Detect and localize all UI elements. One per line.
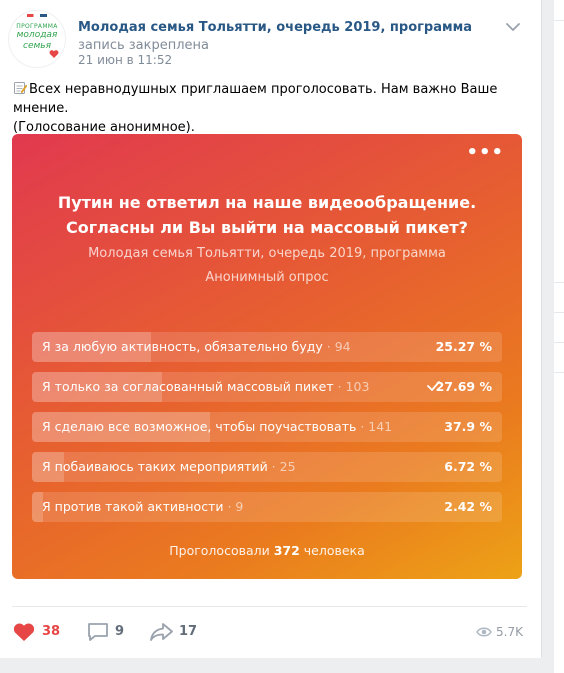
poll-answer-label: Я против такой активности · 9 (42, 499, 244, 514)
poll-answer-count: · 141 (356, 419, 393, 434)
right-column-divider (554, 20, 564, 21)
views-count: 5.7K (496, 625, 523, 639)
like-count: 38 (42, 624, 61, 639)
poll-answer-count: · 94 (322, 339, 351, 354)
comment-count: 9 (115, 624, 125, 639)
group-avatar[interactable]: ПРОГРАММА молодая семья (8, 10, 66, 68)
poll-answer-count: · 103 (333, 379, 370, 394)
memo-icon (14, 82, 27, 94)
avatar-line-2: молодая (16, 30, 58, 40)
post-card: ПРОГРАММА молодая семья Молодая семья То… (0, 0, 542, 658)
poll-total: Проголосовали 372 человека (169, 543, 365, 558)
post-header: Молодая семья Тольятти, очередь 2019, пр… (78, 19, 498, 55)
poll-total-count: 372 (273, 543, 300, 558)
avatar-line-1: ПРОГРАММА (16, 23, 58, 30)
eye-icon (476, 627, 492, 637)
post-text: Всех неравнодушных приглашаем проголосов… (13, 80, 523, 137)
post-text-line-1: Всех неравнодушных приглашаем проголосов… (13, 82, 498, 116)
right-column-divider (554, 312, 564, 313)
poll-answer[interactable]: Я против такой активности · 9 2.42 % (32, 492, 502, 522)
poll-answer-percent: 27.69 % (435, 379, 492, 394)
poll-answer-percent: 37.9 % (444, 419, 492, 434)
share-count: 17 (179, 624, 198, 639)
post-text-line-2: (Голосование анонимное). (13, 120, 195, 135)
poll-answer-count: · 25 (267, 459, 296, 474)
poll-card: ••• Путин не ответил на наше видеообраще… (12, 134, 522, 579)
poll-author[interactable]: Молодая семья Тольятти, очередь 2019, пр… (32, 246, 502, 261)
footer-divider (12, 606, 527, 607)
pinned-label: запись закреплена (78, 38, 210, 53)
right-column-divider (554, 282, 564, 283)
poll-answer[interactable]: Я сделаю все возможное, чтобы поучаствов… (32, 412, 502, 442)
right-column-divider (554, 342, 564, 343)
poll-answer[interactable]: Я только за согласованный массовый пикет… (32, 372, 502, 402)
poll-answer[interactable]: Я побаиваюсь таких мероприятий · 25 6.72… (32, 452, 502, 482)
poll-answer-label: Я за любую активность, обязательно буду … (42, 339, 351, 354)
comment-icon (88, 623, 108, 641)
poll-answer[interactable]: Я за любую активность, обязательно буду … (32, 332, 502, 362)
poll-answer-percent: 6.72 % (444, 459, 492, 474)
avatar-heart-icon (49, 50, 59, 58)
poll-answer-label: Я только за согласованный массовый пикет… (42, 379, 370, 394)
poll-type: Анонимный опрос (205, 270, 329, 285)
poll-question: Путин не ответил на наше видеообращение.… (57, 193, 477, 237)
poll-answer-label: Я сделаю все возможное, чтобы поучаствов… (42, 419, 393, 434)
more-icon[interactable]: ••• (466, 144, 504, 162)
heart-icon (13, 623, 35, 641)
right-column-edge (554, 0, 564, 673)
poll-answer-percent: 2.42 % (444, 499, 492, 514)
poll-answer-label: Я побаиваюсь таких мероприятий · 25 (42, 459, 296, 474)
poll-answer-percent: 25.27 % (435, 339, 492, 354)
poll-answer-count: · 9 (223, 499, 244, 514)
share-icon (150, 623, 173, 641)
post-date[interactable]: 21 июн в 11:52 (78, 53, 172, 67)
chevron-down-icon[interactable] (505, 22, 521, 32)
right-column-divider (554, 372, 564, 373)
avatar-flag-decoration (27, 14, 47, 17)
group-name-link[interactable]: Молодая семья Тольятти, очередь 2019, пр… (78, 20, 472, 35)
